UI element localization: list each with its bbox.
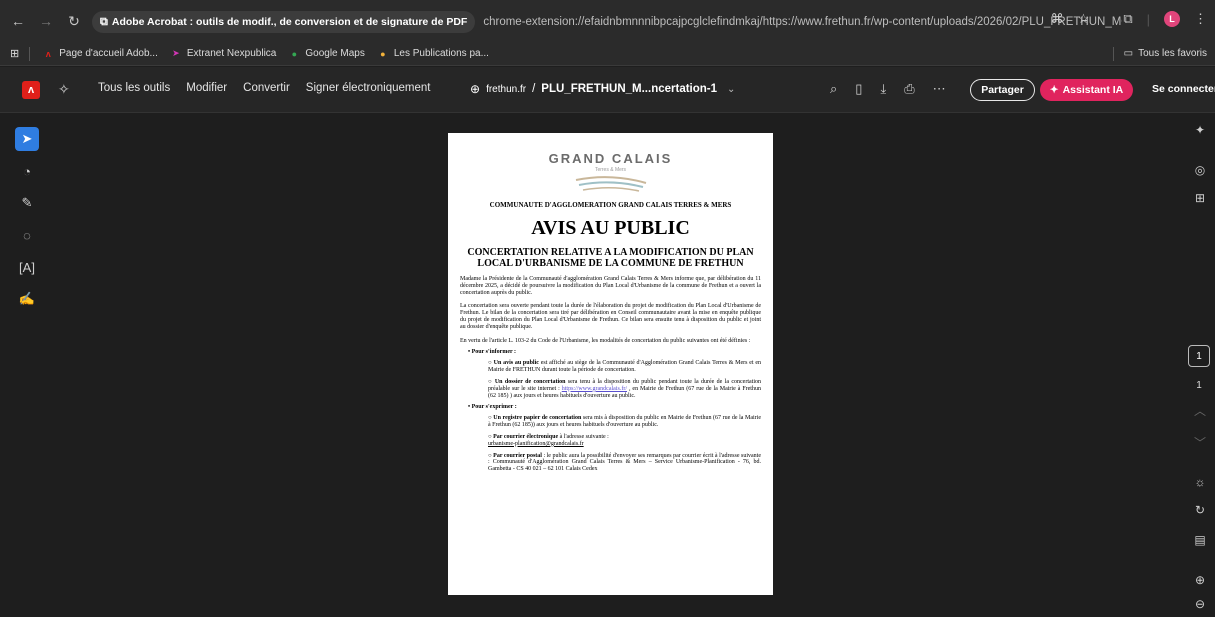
draw-curve-icon[interactable]: ◌	[15, 223, 39, 247]
reload-icon[interactable]: ↻	[64, 11, 84, 31]
notice-subtitle: CONCERTATION RELATIVE A LA MODIFICATION …	[467, 247, 754, 269]
menu-all-tools[interactable]: Tous les outils	[98, 82, 170, 94]
thumbnails-icon[interactable]: ⊞	[1189, 187, 1211, 209]
zoom-out-icon[interactable]: ⊖	[1189, 593, 1211, 615]
menu-esign[interactable]: Signer électroniquement	[306, 82, 431, 94]
menu-kebab-icon[interactable]: ⋮	[1194, 11, 1207, 27]
rotate-icon[interactable]: ↻	[1189, 499, 1211, 521]
document-title[interactable]: ⊕ frethun.fr / PLU_FRETHUN_M...ncertatio…	[470, 82, 735, 96]
select-cursor-icon[interactable]: ➤	[15, 127, 39, 151]
extension-icon: ⧉	[100, 15, 108, 28]
pdf-page: GRAND CALAIS Terres & Mers COMMUNAUTE D'…	[448, 133, 773, 595]
download-icon[interactable]: ⤓	[880, 81, 886, 97]
total-pages: 1	[1196, 380, 1202, 391]
page-layout-icon[interactable]: ▯	[855, 81, 862, 97]
apps-icon[interactable]: ⊞	[10, 47, 19, 60]
highlighter-icon[interactable]: ✎	[15, 191, 39, 215]
bookmarks-bar: ⊞ ʌ Page d'accueil Adob... ➤ Extranet Nexp…	[0, 42, 1215, 66]
left-toolbar: ➤ ◔ ✎ ◌ [A] ✍	[14, 127, 40, 311]
text-box-icon[interactable]: [A]	[15, 255, 39, 279]
page-up-icon[interactable]: ︿	[1189, 399, 1211, 421]
back-icon[interactable]: ←	[8, 11, 28, 31]
bookmark-google-maps[interactable]: ● Google Maps	[288, 48, 365, 60]
page-fit-icon[interactable]: ▤	[1189, 529, 1211, 551]
address-bar[interactable]: ⧉ Adobe Acrobat : outils de modif., de c…	[92, 11, 1122, 33]
url-text: chrome-extension://efaidnbmnnnibpcajpcgl…	[483, 16, 1122, 28]
bookmark-publications[interactable]: ● Les Publications pa...	[377, 48, 489, 60]
arrow-logo-icon: ➤	[172, 48, 180, 58]
menu-edit[interactable]: Modifier	[186, 82, 227, 94]
current-page-field[interactable]: 1	[1188, 345, 1210, 367]
site-chip[interactable]: ⧉ Adobe Acrobat : outils de modif., de c…	[92, 11, 476, 33]
folder-icon: ▭	[1123, 48, 1134, 59]
list-item: ○ Un registre papier de concertation ser…	[488, 415, 762, 429]
sign-in-link[interactable]: Se connecter	[1152, 83, 1215, 95]
section-express-title: • Pour s'exprimer :	[468, 404, 517, 411]
section-inform-title: • Pour s'informer :	[468, 349, 517, 356]
acrobat-menu: Tous les outils Modifier Convertir Signe…	[98, 82, 430, 94]
assistant-ai-button[interactable]: ✦ Assistant IA	[1040, 79, 1133, 101]
paragraph-3: En vertu de l'article L. 103-2 du Code d…	[460, 337, 751, 344]
logo-title: GRAND CALAIS	[548, 151, 673, 166]
share-button[interactable]: Partager	[970, 79, 1035, 101]
signature-icon[interactable]: ✍	[15, 287, 39, 311]
comments-panel-icon[interactable]: ◎	[1189, 159, 1211, 181]
browser-toolbar: ← → ↻ ⧉ Adobe Acrobat : outils de modif.…	[0, 0, 1215, 42]
zoom-in-icon[interactable]: ⊕	[1189, 569, 1211, 591]
page-down-icon[interactable]: ﹀	[1189, 431, 1211, 453]
website-link[interactable]: https://www.grandcalais.fr/	[562, 386, 627, 392]
menu-convert[interactable]: Convertir	[243, 82, 290, 94]
chevron-down-icon[interactable]: ⌄	[727, 84, 735, 95]
logo-subtitle: Terres & Mers	[594, 167, 627, 173]
adobe-icon: ʌ	[45, 48, 51, 59]
print-icon[interactable]: ⎙	[904, 81, 914, 97]
profile-avatar[interactable]: L	[1164, 11, 1180, 27]
globe-icon: ⊕	[470, 82, 481, 96]
doc-filename: PLU_FRETHUN_M...ncertation-1	[541, 83, 718, 95]
bookmark-nexpublica[interactable]: ➤ Extranet Nexpublica	[170, 48, 276, 60]
list-item: ○ Un dossier de concertation sera tenu à…	[488, 378, 761, 399]
list-item: ○ Par courrier électronique à l'adresse …	[488, 433, 609, 447]
list-item: ○ Un avis au public est affiché au siège…	[488, 360, 761, 374]
list-item: ○ Par courrier postal : le public aura l…	[488, 452, 762, 473]
title-separator: /	[532, 83, 536, 95]
ai-chat-icon[interactable]: ✦	[1189, 119, 1211, 141]
email-link[interactable]: urbanisme-planification@grandcalais.fr	[488, 441, 584, 447]
right-rail: ✦ ◎ ⊞ 1 1 ︿ ﹀ ☼ ↻ ▤ ⊕ ⊖	[1183, 113, 1215, 617]
paragraph-2: La concertation sera ouverte pendant tou…	[460, 303, 761, 330]
brightness-icon[interactable]: ☼	[1189, 471, 1211, 493]
ai-sparkle-icon[interactable]: ✧	[58, 81, 70, 98]
comment-icon[interactable]: ◔	[15, 159, 39, 183]
map-pin-icon: ●	[291, 48, 298, 59]
tab-title: Adobe Acrobat : outils de modif., de con…	[111, 16, 468, 28]
forward-icon[interactable]: →	[36, 11, 56, 31]
bookmark-adobe[interactable]: ʌ Page d'accueil Adob...	[42, 48, 158, 60]
doc-domain: frethun.fr	[486, 83, 527, 95]
organization-name: COMMUNAUTE D'AGGLOMERATION GRAND CALAIS …	[489, 201, 732, 209]
acrobat-logo-icon[interactable]: ʌ	[22, 81, 40, 99]
translate-icon[interactable]: ⌘	[1051, 11, 1064, 27]
bookmark-star-icon[interactable]: ☆	[1078, 11, 1090, 27]
search-icon[interactable]: ⌕	[830, 81, 837, 97]
chat-sparkle-icon: ✦	[1049, 84, 1059, 96]
more-icon[interactable]: ⋯	[933, 81, 946, 97]
all-favorites[interactable]: ▭ Tous les favoris	[1112, 46, 1207, 61]
notice-heading: AVIS AU PUBLIC	[531, 217, 690, 239]
person-icon: ●	[380, 48, 386, 59]
extensions-icon[interactable]: ⧉	[1123, 11, 1132, 27]
paragraph-1: Madame la Présidente de la Communauté d'…	[460, 276, 761, 296]
divider	[29, 46, 31, 61]
logo-waves-icon	[575, 176, 646, 192]
